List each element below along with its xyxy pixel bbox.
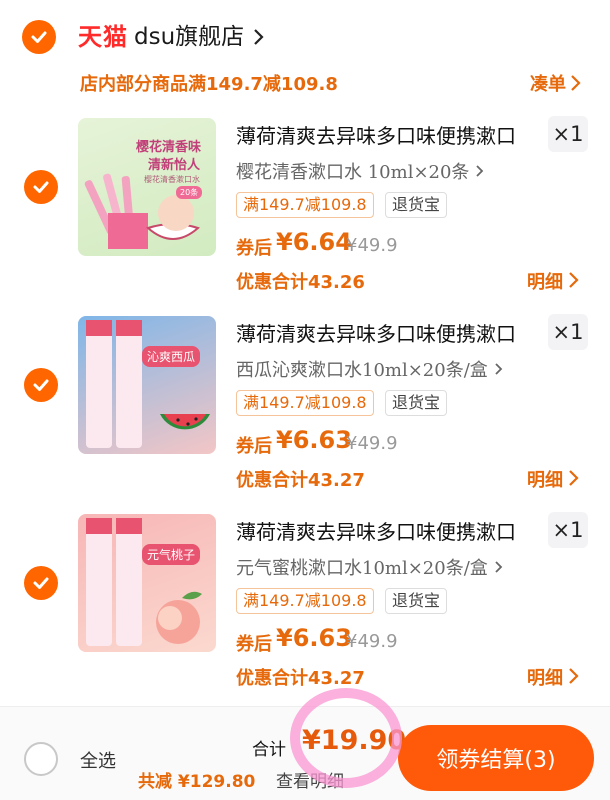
select-all-label[interactable]: 全选 bbox=[80, 747, 116, 773]
checkmark-icon bbox=[33, 181, 49, 193]
product-image[interactable]: 元气桃子 bbox=[78, 514, 216, 652]
after-coupon-label: 券后 bbox=[236, 238, 272, 259]
quantity-selector[interactable]: ×1 bbox=[548, 116, 588, 152]
store-checkbox[interactable] bbox=[22, 20, 56, 54]
thumb-badge: 20条 bbox=[176, 186, 203, 199]
after-coupon-price: ¥6.64 bbox=[276, 228, 352, 256]
promo-tag: 满149.7减109.8 bbox=[236, 588, 374, 614]
product-spec-selector[interactable]: 西瓜沁爽漱口水10ml×20条/盒 bbox=[236, 356, 504, 382]
spec-label: 元气蜜桃漱口水10ml×20条/盒 bbox=[236, 558, 488, 579]
original-price: ¥49.9 bbox=[346, 235, 398, 256]
chevron-right-icon bbox=[494, 363, 502, 375]
product-image[interactable]: 沁爽西瓜 bbox=[78, 316, 216, 454]
checkout-bar: 全选 合计 ¥19.90 共减 ¥129.80 查看明细 领券结算(3) bbox=[0, 706, 610, 800]
total-label: 合计 bbox=[252, 740, 286, 760]
spec-label: 樱花清香漱口水 10ml×20条 bbox=[236, 162, 470, 183]
thumb-caption: 清新怡人 bbox=[148, 158, 201, 173]
thumb-caption: 沁爽西瓜 bbox=[142, 346, 201, 367]
cart-item: 沁爽西瓜 薄荷清爽去异味多口味便携漱口 ×1 西瓜沁爽漱口水10ml×20条/盒… bbox=[0, 314, 610, 506]
spec-label: 西瓜沁爽漱口水10ml×20条/盒 bbox=[236, 360, 488, 381]
product-title[interactable]: 薄荷清爽去异味多口味便携漱口 bbox=[236, 516, 516, 545]
product-illustration bbox=[86, 320, 210, 448]
checkmark-icon bbox=[33, 577, 49, 589]
chevron-right-icon bbox=[476, 165, 484, 177]
service-tag: 退货宝 bbox=[385, 390, 448, 416]
after-coupon-price: ¥6.63 bbox=[276, 624, 352, 652]
chevron-right-icon[interactable] bbox=[568, 667, 580, 685]
store-promo-row: 店内部分商品满149.7减109.8 凑单 bbox=[0, 66, 610, 100]
tmall-logo: 天猫 bbox=[78, 23, 128, 51]
after-coupon-label: 券后 bbox=[236, 436, 272, 457]
checkmark-icon bbox=[31, 31, 47, 43]
total-price: ¥19.90 bbox=[302, 725, 407, 756]
promo-tag: 满149.7减109.8 bbox=[236, 192, 374, 218]
chevron-right-icon[interactable] bbox=[568, 469, 580, 487]
discount-total: 优惠合计43.27 bbox=[236, 668, 365, 689]
chevron-right-icon[interactable] bbox=[568, 271, 580, 289]
chevron-right-icon[interactable] bbox=[570, 74, 582, 92]
service-tag: 退货宝 bbox=[385, 588, 448, 614]
cart-item: 元气桃子 薄荷清爽去异味多口味便携漱口 ×1 元气蜜桃漱口水10ml×20条/盒… bbox=[0, 512, 610, 704]
after-coupon-label: 券后 bbox=[236, 634, 272, 655]
view-detail-link[interactable]: 查看明细 bbox=[276, 767, 344, 792]
discount-total: 优惠合计43.27 bbox=[236, 470, 365, 491]
product-title[interactable]: 薄荷清爽去异味多口味便携漱口 bbox=[236, 120, 516, 149]
checkmark-icon bbox=[33, 379, 49, 391]
total-saved: 共减 ¥129.80 bbox=[138, 772, 256, 792]
thumb-caption: 樱花清香漱口水 bbox=[144, 175, 200, 184]
store-name-link[interactable]: dsu旗舰店 bbox=[134, 20, 244, 54]
store-header: 天猫 dsu旗舰店 bbox=[0, 0, 610, 70]
thumb-caption: 元气桃子 bbox=[142, 544, 201, 565]
quantity-selector[interactable]: ×1 bbox=[548, 512, 588, 548]
chevron-right-icon bbox=[494, 561, 502, 573]
item-checkbox[interactable] bbox=[24, 566, 58, 600]
quantity-selector[interactable]: ×1 bbox=[548, 314, 588, 350]
service-tag: 退货宝 bbox=[385, 192, 448, 218]
original-price: ¥49.9 bbox=[346, 433, 398, 454]
detail-link[interactable]: 明细 bbox=[527, 664, 563, 690]
product-image[interactable]: 樱花清香味 清新怡人 樱花清香漱口水 20条 bbox=[78, 118, 216, 256]
discount-total: 优惠合计43.26 bbox=[236, 272, 365, 293]
after-coupon-price: ¥6.63 bbox=[276, 426, 352, 454]
store-promo-text: 店内部分商品满149.7减109.8 bbox=[80, 74, 338, 95]
product-spec-selector[interactable]: 樱花清香漱口水 10ml×20条 bbox=[236, 158, 485, 184]
select-all-checkbox[interactable] bbox=[24, 742, 58, 776]
product-title[interactable]: 薄荷清爽去异味多口味便携漱口 bbox=[236, 318, 516, 347]
detail-link[interactable]: 明细 bbox=[527, 466, 563, 492]
original-price: ¥49.9 bbox=[346, 631, 398, 652]
item-checkbox[interactable] bbox=[24, 170, 58, 204]
checkout-button[interactable]: 领券结算(3) bbox=[398, 725, 594, 791]
thumb-caption: 樱花清香味 bbox=[136, 140, 202, 155]
product-spec-selector[interactable]: 元气蜜桃漱口水10ml×20条/盒 bbox=[236, 554, 504, 580]
product-illustration bbox=[86, 518, 202, 646]
detail-link[interactable]: 明细 bbox=[527, 268, 563, 294]
item-checkbox[interactable] bbox=[24, 368, 58, 402]
coudan-link[interactable]: 凑单 bbox=[530, 70, 566, 96]
chevron-right-icon[interactable] bbox=[252, 27, 266, 47]
promo-tag: 满149.7减109.8 bbox=[236, 390, 374, 416]
cart-item: 樱花清香味 清新怡人 樱花清香漱口水 20条 薄荷清爽去异味多口味便携漱口 ×1… bbox=[0, 116, 610, 308]
